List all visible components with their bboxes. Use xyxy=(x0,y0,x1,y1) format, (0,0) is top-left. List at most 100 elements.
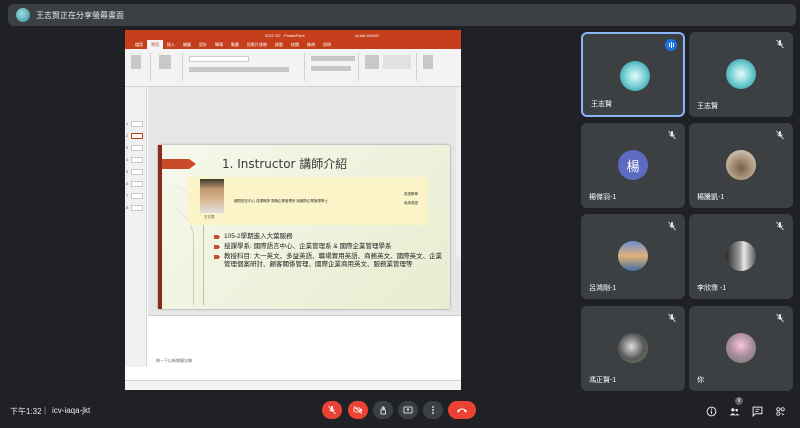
ppt-ribbon xyxy=(125,49,461,87)
ppt-window-title: 2022 SC · PowerPoint xyxy=(265,32,305,38)
slide-thumb[interactable] xyxy=(131,205,143,211)
instructor-photo xyxy=(200,179,224,213)
mic-off-icon xyxy=(776,313,784,323)
participant-tile[interactable]: 李欣霈 -1 xyxy=(689,214,793,299)
clock-separator: | xyxy=(44,406,47,415)
mic-off-icon xyxy=(776,221,784,231)
ppt-tab: 校閱 xyxy=(291,42,299,47)
slide-thumb-selected[interactable] xyxy=(131,133,143,139)
participant-avatar xyxy=(726,59,756,89)
more-vert-icon xyxy=(432,406,434,414)
slide-thumbnails: 1 2 3 4 5 6 7 8 xyxy=(125,87,147,367)
slide-canvas-area: 1. Instructor 講師介紹 王志賢 國際語言中心 成課教師 專職企業管… xyxy=(148,87,461,367)
more-options-button[interactable] xyxy=(423,401,443,419)
slide-bullet: 授課學系: 國際語言中心、企業管理系 & 國際企業管理學系 xyxy=(214,243,444,251)
chat-button[interactable] xyxy=(750,404,764,418)
slide-title: 1. Instructor 講師介紹 xyxy=(222,157,348,171)
slide-thumb[interactable] xyxy=(131,157,143,163)
ppt-ribbon-tabs: 檔案 常用 插入 繪圖 設計 轉場 動畫 投影片放映 錄製 校閱 檢視 說明 xyxy=(125,40,461,49)
notes-placeholder: 按一下以新增備忘稿 xyxy=(156,358,192,363)
participant-avatar xyxy=(618,241,648,271)
slide-bullets: 105-2學期進入大葉服務 授課學系: 國際語言中心、企業管理系 & 國際企業管… xyxy=(214,233,444,271)
slide-bullet-text: 授課學系: 國際語言中心、企業管理系 & 國際企業管理學系 xyxy=(224,243,392,250)
people-icon xyxy=(729,407,739,415)
participant-avatar xyxy=(726,241,756,271)
mic-toggle-button[interactable] xyxy=(322,401,342,419)
slide-thumb[interactable] xyxy=(131,121,143,127)
participant-tile[interactable]: 王志賢 xyxy=(581,32,685,117)
ppt-tab: 動畫 xyxy=(231,42,239,47)
slide-thumb[interactable] xyxy=(131,169,143,175)
slide-number: 6 xyxy=(126,181,129,186)
slide-thumb[interactable] xyxy=(131,145,143,151)
ribbon-group-editing xyxy=(419,53,449,81)
ppt-tab: 檢視 xyxy=(307,42,315,47)
present-screen-button[interactable] xyxy=(398,401,418,419)
info-icon xyxy=(706,406,716,416)
slide-bullet-text: 105-2學期進入大葉服務 xyxy=(224,233,293,240)
ppt-tab: 投影片放映 xyxy=(247,42,267,47)
participant-name: 呂鴻剛-1 xyxy=(589,285,617,292)
participant-avatar xyxy=(620,61,650,91)
participant-avatar-letter: 楊 xyxy=(618,150,648,180)
slide-thumb[interactable] xyxy=(131,181,143,187)
ppt-tab: 說明 xyxy=(323,42,331,47)
slide-number: 5 xyxy=(126,169,129,174)
participant-avatar xyxy=(618,333,648,363)
participant-name: 王志賢 xyxy=(591,101,612,108)
slide-bullet: 105-2學期進入大葉服務 xyxy=(214,233,444,241)
meeting-details-button[interactable] xyxy=(704,404,718,418)
leave-call-button[interactable] xyxy=(448,401,476,419)
raise-hand-button[interactable] xyxy=(373,401,393,419)
meeting-clock: 下午1:32 xyxy=(10,407,42,416)
meeting-control-bar: 下午1:32 | icv-iaqa-jkt xyxy=(0,396,800,428)
hand-icon xyxy=(380,406,386,415)
ppt-tab: 檔案 xyxy=(135,42,143,47)
people-button[interactable] xyxy=(727,404,741,418)
slide-number: 7 xyxy=(126,193,129,198)
slide-number: 4 xyxy=(126,157,129,162)
camera-off-icon xyxy=(353,406,363,414)
presenter-avatar xyxy=(16,8,30,22)
hang-up-icon xyxy=(457,408,467,413)
instructor-description: 國際語言中心 成課教師 專職企業管理系 與國際企業管理學士 xyxy=(234,199,328,203)
participant-tile[interactable]: 馮正賢-1 xyxy=(581,306,685,391)
bullet-arrow-icon xyxy=(214,245,220,249)
mic-off-icon xyxy=(776,39,784,49)
participant-tile[interactable]: 王志賢 xyxy=(689,32,793,117)
present-icon xyxy=(403,406,413,414)
ribbon-group-slides xyxy=(153,53,183,81)
speaking-icon xyxy=(665,39,677,51)
ribbon-group-drawing xyxy=(361,53,417,81)
camera-toggle-button[interactable] xyxy=(348,401,368,419)
slide-number: 3 xyxy=(126,145,129,150)
notes-pane[interactable]: 按一下以新增備忘稿 xyxy=(148,315,461,367)
instructor-field-2: 商用英語 xyxy=(404,201,418,205)
bullet-arrow-icon xyxy=(214,235,220,239)
participant-name: 李欣霈 -1 xyxy=(697,285,727,292)
slide-number: 1 xyxy=(126,121,129,126)
chat-icon xyxy=(752,406,762,417)
ribbon-group-font xyxy=(185,53,305,81)
participant-tile[interactable]: 楊騰凱-1 xyxy=(689,123,793,208)
ppt-user: ALAN WANG xyxy=(355,32,379,38)
participant-tile[interactable]: 呂鴻剛-1 xyxy=(581,214,685,299)
activities-button[interactable] xyxy=(773,404,787,418)
current-slide: 1. Instructor 講師介紹 王志賢 國際語言中心 成課教師 專職企業管… xyxy=(158,145,450,309)
ppt-tab: 設計 xyxy=(199,42,207,47)
slide-scrollbar[interactable] xyxy=(456,87,461,257)
participant-tile[interactable]: 楊 楊傑羽-1 xyxy=(581,123,685,208)
participant-tile[interactable]: 你 xyxy=(689,306,793,391)
ribbon-group-paragraph xyxy=(307,53,359,81)
participant-avatar xyxy=(726,150,756,180)
slide-number: 8 xyxy=(126,205,129,210)
photo-caption: 王志賢 xyxy=(204,215,215,219)
slide-thumb[interactable] xyxy=(131,193,143,199)
participant-name: 楊傑羽-1 xyxy=(589,194,617,201)
ribbon-group-clipboard xyxy=(127,53,151,81)
participant-name: 馮正賢-1 xyxy=(589,377,617,384)
mic-off-icon xyxy=(668,221,676,231)
ppt-tab: 錄製 xyxy=(275,42,283,47)
participant-name: 王志賢 xyxy=(697,103,718,110)
mic-off-icon xyxy=(668,130,676,140)
